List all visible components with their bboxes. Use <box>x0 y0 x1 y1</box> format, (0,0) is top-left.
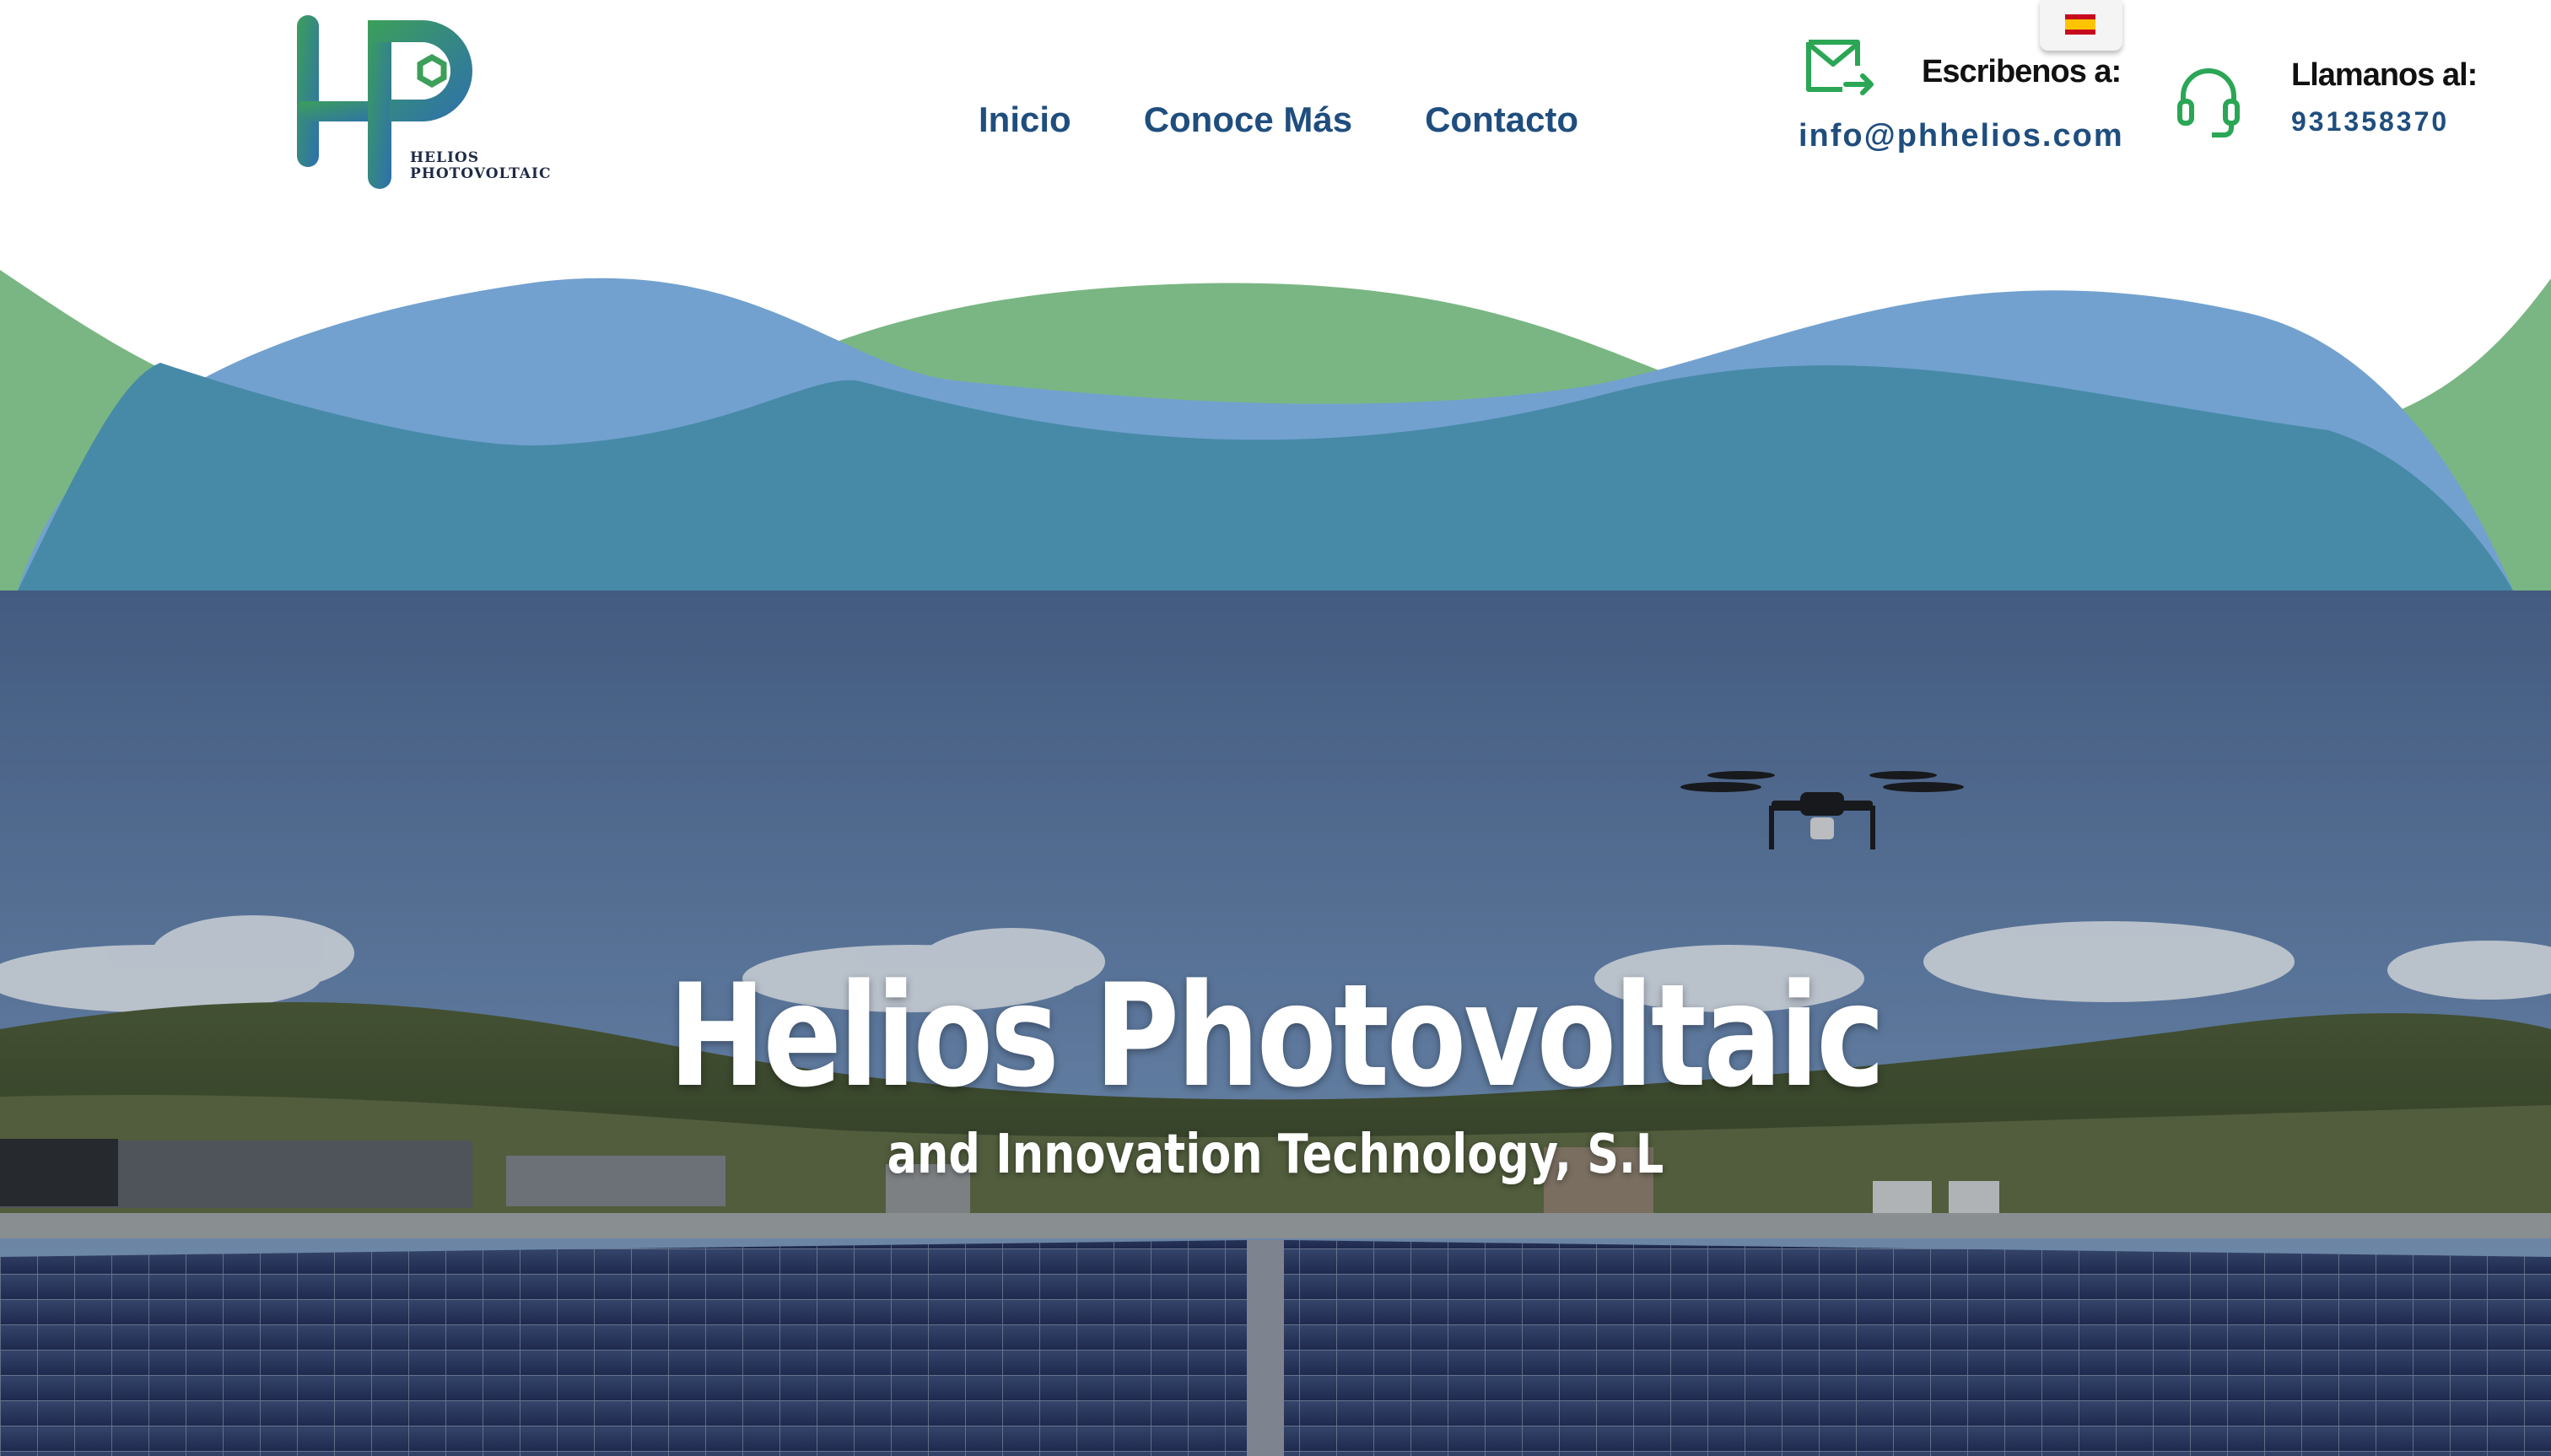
nav-item-conoce-mas[interactable]: Conoce Más <box>1144 100 1352 140</box>
decorative-waves <box>0 270 2551 592</box>
email-link[interactable]: info@phhelios.com <box>1799 118 2124 154</box>
email-label: Escribenos a: <box>1922 54 2122 89</box>
logo-wordmark: HELIOS PHOTOVOLTAIC <box>410 150 551 182</box>
mail-send-icon <box>1806 40 1874 95</box>
logo-line2: PHOTOVOLTAIC <box>410 165 552 182</box>
main-nav: Inicio Conoce Más Contacto <box>979 100 1578 140</box>
hero-title: Helios Photovoltaic <box>668 953 1885 1119</box>
hero-subtitle: and Innovation Technology, S.L <box>887 1124 1664 1186</box>
nav-item-inicio[interactable]: Inicio <box>979 100 1071 140</box>
nav-item-contacto[interactable]: Contacto <box>1425 100 1578 140</box>
logo-line1: HELIOS <box>410 149 480 166</box>
headset-icon <box>2177 68 2240 138</box>
site-logo[interactable]: HELIOS PHOTOVOLTAIC <box>295 13 551 191</box>
site-header: HELIOS PHOTOVOLTAIC Inicio Conoce Más Co… <box>0 0 2551 278</box>
phone-link[interactable]: 931358370 <box>2291 106 2449 138</box>
language-selector[interactable] <box>2040 0 2122 51</box>
phone-label: Llamanos al: <box>2291 57 2478 93</box>
spain-flag-icon <box>2065 14 2095 35</box>
